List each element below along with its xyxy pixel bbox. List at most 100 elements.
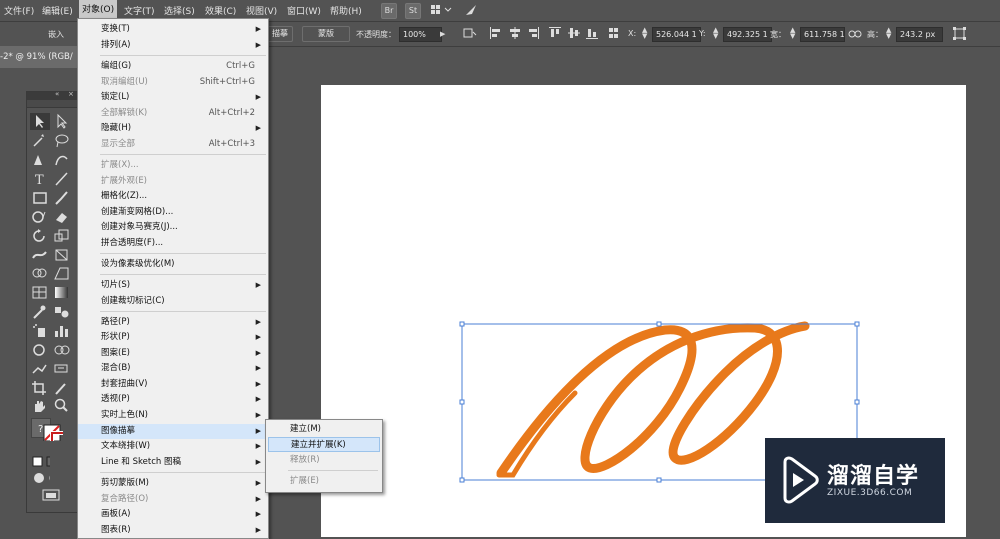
width-input[interactable]: 611.758 1	[800, 27, 845, 42]
rotate-tool-icon[interactable]	[30, 227, 50, 244]
trace-submenu-item[interactable]: 扩展(E)	[268, 474, 380, 489]
fill-stroke-swatch[interactable]	[43, 424, 70, 451]
type-tool-icon[interactable]: T	[30, 170, 50, 188]
menu-file[interactable]: 文件(F)	[4, 4, 34, 17]
hand-tool-icon[interactable]	[30, 397, 50, 414]
align-center-icon[interactable]	[509, 27, 521, 39]
object-menu-item[interactable]: 取消编组(U) Shift+Ctrl+G	[78, 75, 268, 90]
object-menu-item[interactable]: 锁定(L) ▶	[78, 90, 268, 105]
shape-builder-icon[interactable]	[30, 265, 50, 282]
object-menu-item[interactable]: 排列(A) ▶	[78, 38, 268, 53]
menu-edit[interactable]: 编辑(E)	[42, 4, 73, 17]
paintbrush-tool-icon[interactable]	[52, 189, 72, 206]
eraser-tool-icon[interactable]	[52, 208, 72, 225]
object-menu-item[interactable]: 形状(P) ▶	[78, 330, 268, 345]
direct-selection-tool-icon[interactable]	[52, 113, 72, 130]
transform-panel-icon[interactable]	[953, 27, 967, 40]
align-top-icon[interactable]	[549, 27, 561, 39]
object-menu-item[interactable]: 创建渐变网格(D)...	[78, 205, 268, 220]
free-transform-icon[interactable]	[52, 246, 72, 263]
object-menu-item[interactable]: 画板(A) ▶	[78, 507, 268, 522]
y-input[interactable]: 492.325 1	[723, 27, 772, 42]
blend-tool-icon[interactable]	[52, 303, 72, 320]
object-menu-item[interactable]: 扩展(X)...	[78, 158, 268, 173]
object-menu-item[interactable]: 切片(S) ▶	[78, 278, 268, 293]
menu-window[interactable]: 窗口(W)	[287, 4, 321, 17]
close-icon[interactable]: ×	[68, 90, 74, 98]
traced-image-artwork[interactable]	[496, 321, 810, 478]
knife-tool-icon[interactable]	[52, 360, 72, 377]
object-menu-item[interactable]: 剪切蒙版(M) ▶	[78, 476, 268, 491]
distribute-icon[interactable]	[609, 27, 621, 39]
object-menu-item[interactable]: 扩展外观(E)	[78, 174, 268, 189]
menu-view[interactable]: 视图(V)	[246, 4, 277, 17]
trace-submenu-item[interactable]: 建立并扩展(K)	[268, 437, 380, 452]
object-menu-item[interactable]: 复合路径(O) ▶	[78, 492, 268, 507]
object-menu-item[interactable]: 拼合透明度(F)...	[78, 236, 268, 251]
eyedropper-icon[interactable]	[30, 303, 50, 320]
draw-mode-icons[interactable]	[30, 471, 74, 485]
pen-tool-icon[interactable]	[30, 151, 50, 168]
mesh-tool-icon[interactable]	[30, 284, 50, 301]
object-menu-item[interactable]: 全部解锁(K) Alt+Ctrl+2	[78, 106, 268, 121]
menu-object[interactable]: 对象(O)	[79, 0, 118, 20]
mask-button[interactable]: 蒙版	[302, 26, 350, 42]
tools-panel-grip[interactable]	[27, 100, 78, 108]
link-icon[interactable]	[848, 28, 862, 40]
object-menu-item[interactable]: 隐藏(H) ▶	[78, 121, 268, 136]
bridge-button[interactable]: Br	[381, 3, 397, 19]
object-menu-item[interactable]: 封套扭曲(V) ▶	[78, 377, 268, 392]
align-left-icon[interactable]	[490, 27, 502, 39]
object-menu-item[interactable]: 栅格化(Z)...	[78, 189, 268, 204]
height-stepper-icon[interactable]: ▲ ▼	[886, 27, 891, 40]
object-menu-item[interactable]: 设为像素级优化(M)	[78, 257, 268, 272]
object-menu-item[interactable]: 显示全部 Alt+Ctrl+3	[78, 137, 268, 152]
shaper-tool-icon[interactable]	[30, 208, 50, 225]
line-tool-icon[interactable]	[52, 170, 72, 187]
tools-panel-header[interactable]: « ×	[27, 90, 78, 100]
scale-tool-icon[interactable]	[52, 227, 72, 244]
artboard-tool-icon[interactable]	[30, 341, 50, 358]
color-mode-icons[interactable]	[30, 455, 74, 467]
gradient-tool-icon[interactable]	[52, 284, 72, 301]
workspace-grid-icon[interactable]	[431, 4, 453, 16]
eyedropper-alt-icon[interactable]	[52, 379, 72, 396]
menu-effect[interactable]: 效果(C)	[205, 4, 236, 17]
screen-mode-icon[interactable]	[41, 488, 63, 502]
height-input[interactable]: 243.2 px	[896, 27, 943, 42]
align-bottom-icon[interactable]	[586, 27, 598, 39]
object-menu-item[interactable]: 图表(R) ▶	[78, 523, 268, 538]
object-menu-item[interactable]: Line 和 Sketch 图稿 ▶	[78, 455, 268, 470]
menu-type[interactable]: 文字(T)	[124, 4, 155, 17]
object-menu-item[interactable]: 实时上色(N) ▶	[78, 408, 268, 423]
object-menu-item[interactable]: 变换(T) ▶	[78, 22, 268, 37]
menu-select[interactable]: 选择(S)	[164, 4, 195, 17]
slice-tool-icon[interactable]	[52, 341, 72, 358]
rocket-icon[interactable]	[464, 3, 478, 17]
align-right-icon[interactable]	[527, 27, 539, 39]
curvature-tool-icon[interactable]	[52, 151, 72, 168]
column-graph-icon[interactable]	[52, 322, 72, 339]
object-menu-item[interactable]: 文本绕排(W) ▶	[78, 439, 268, 454]
transform-icon[interactable]	[463, 27, 477, 39]
width-tool-icon[interactable]	[30, 246, 50, 263]
object-menu-item[interactable]: 图案(E) ▶	[78, 346, 268, 361]
collapse-icon[interactable]: «	[55, 90, 59, 98]
magic-wand-icon[interactable]	[30, 132, 50, 149]
object-menu-item[interactable]: 混合(B) ▶	[78, 361, 268, 376]
width-stepper-icon[interactable]: ▲ ▼	[790, 27, 795, 40]
align-middle-icon[interactable]	[568, 27, 580, 39]
symbol-sprayer-icon[interactable]	[30, 322, 50, 339]
lasso-icon[interactable]	[52, 132, 72, 149]
object-menu-item[interactable]: 编组(G) Ctrl+G	[78, 59, 268, 74]
crop-tool-icon[interactable]	[30, 379, 50, 396]
trace-submenu-item[interactable]: 建立(M)	[268, 422, 380, 437]
zoom-tool-icon[interactable]	[52, 397, 72, 414]
y-stepper-icon[interactable]: ▲ ▼	[713, 27, 718, 40]
selection-tool-icon[interactable]	[30, 113, 50, 130]
object-menu-item[interactable]: 透视(P) ▶	[78, 392, 268, 407]
object-menu-item[interactable]: 图像描摹 ▶	[78, 424, 268, 439]
perspective-grid-icon[interactable]	[52, 265, 72, 282]
opacity-arrow-icon[interactable]: ▶	[440, 30, 445, 38]
stock-button[interactable]: St	[405, 3, 421, 19]
